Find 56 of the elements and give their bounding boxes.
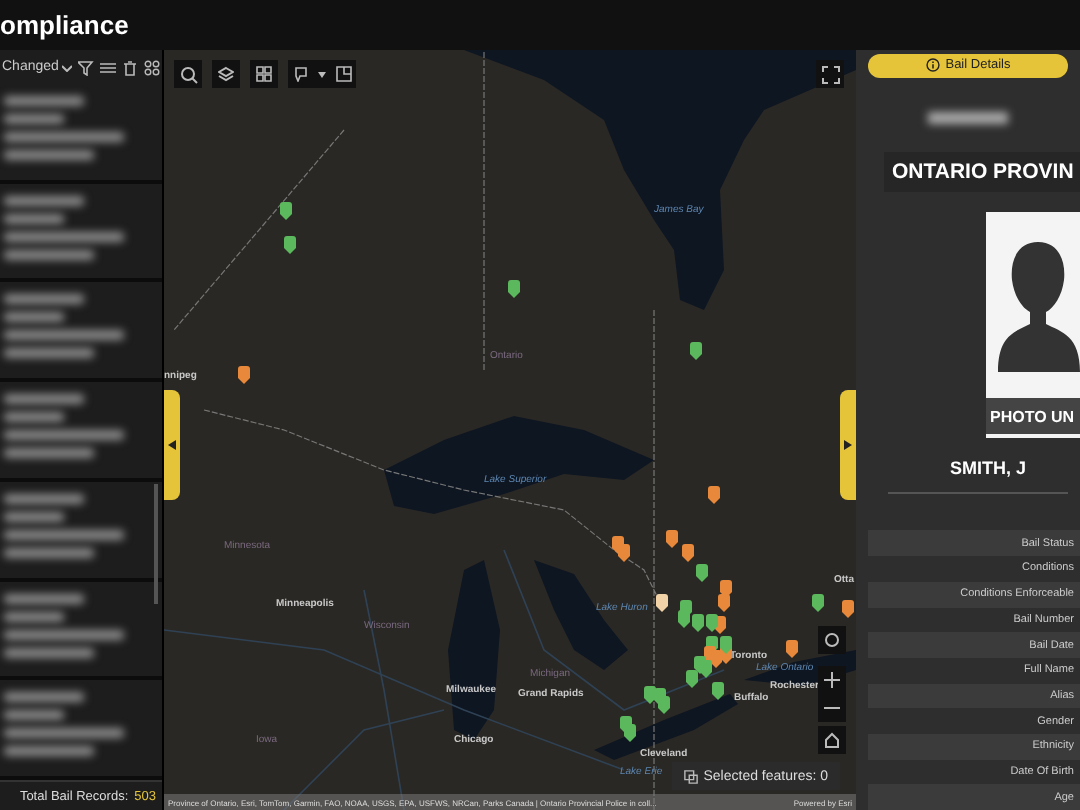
map-marker[interactable] (718, 594, 730, 612)
caret-icon (62, 63, 73, 71)
map-marker[interactable] (690, 342, 702, 360)
map-marker[interactable] (710, 650, 722, 668)
locate-button[interactable] (818, 626, 846, 654)
map-marker[interactable] (508, 280, 520, 298)
map-marker[interactable] (842, 600, 854, 618)
map-marker[interactable] (696, 564, 708, 582)
map-marker[interactable] (712, 682, 724, 700)
map-marker[interactable] (678, 610, 690, 628)
collapse-right-panel-handle[interactable] (840, 390, 856, 500)
map-marker[interactable] (706, 614, 718, 632)
panel-icon (335, 66, 352, 82)
basemap-gallery-button[interactable] (250, 60, 278, 88)
grid-icon[interactable] (144, 59, 161, 75)
trash-icon[interactable] (122, 59, 139, 75)
app-title: ompliance (0, 10, 129, 40)
selection-icon (683, 769, 698, 783)
map-marker[interactable] (656, 594, 668, 612)
map-marker[interactable] (700, 660, 712, 678)
list-icon[interactable] (100, 59, 117, 75)
map-marker[interactable] (284, 236, 296, 254)
caret-icon (317, 71, 326, 77)
map-marker[interactable] (624, 724, 636, 742)
map-marker[interactable] (666, 530, 678, 548)
info-icon (925, 58, 940, 73)
collapse-left-panel-handle[interactable] (164, 390, 180, 500)
map-marker[interactable] (682, 544, 694, 562)
map-marker[interactable] (812, 594, 824, 612)
filter-icon[interactable] (78, 59, 95, 75)
plus-icon (824, 672, 840, 688)
map-marker[interactable] (720, 636, 732, 654)
zoom-in-button[interactable] (818, 666, 846, 694)
photo-caption: PHOTO UN (986, 398, 1080, 435)
map-marker[interactable] (280, 202, 292, 220)
person-name: SMITH, J (947, 458, 1026, 479)
map-marker[interactable] (786, 640, 798, 658)
map-marker[interactable] (720, 580, 732, 598)
home-icon (824, 732, 840, 748)
scrollbar[interactable] (154, 484, 158, 604)
map-marker[interactable] (708, 486, 720, 504)
fullscreen-button[interactable] (816, 60, 844, 88)
zoom-out-button[interactable] (818, 694, 846, 722)
map-marker[interactable] (618, 544, 630, 562)
map-marker[interactable] (686, 670, 698, 688)
circle-icon (824, 632, 840, 648)
pointer-icon (292, 66, 309, 82)
map-marker[interactable] (238, 366, 250, 384)
selection-tool-button[interactable] (288, 60, 356, 88)
blurred-text (928, 111, 1008, 124)
agency-heading: ONTARIO PROVIN (884, 151, 1080, 192)
map-marker[interactable] (658, 696, 670, 714)
search-button[interactable] (174, 60, 202, 88)
layers-button[interactable] (212, 60, 240, 88)
home-button[interactable] (818, 726, 846, 754)
map-marker[interactable] (692, 614, 704, 632)
